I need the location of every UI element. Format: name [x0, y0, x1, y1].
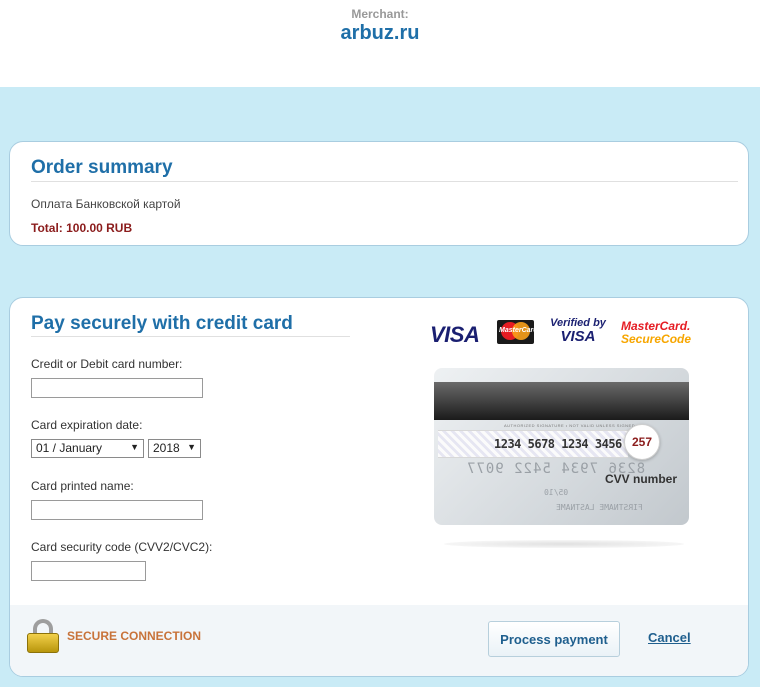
cvv-label: CVV number — [605, 472, 678, 486]
card-name-input[interactable] — [31, 500, 203, 520]
payment-divider — [31, 336, 350, 337]
verified-by-visa-logo: Verified by VISA — [550, 317, 606, 345]
visa-logo: VISA — [430, 322, 480, 347]
process-payment-button[interactable]: Process payment — [488, 621, 620, 657]
magnetic-stripe — [434, 382, 689, 420]
expiration-year-value: 2018 — [153, 441, 180, 455]
card-back-illustration: AUTHORIZED SIGNATURE • NOT VALID UNLESS … — [434, 368, 689, 525]
embossed-date: 05/10 — [544, 488, 569, 497]
cvv-bubble: 257 — [624, 424, 660, 460]
mastercard-securecode-logo: MasterCard. SecureCode — [621, 319, 692, 346]
padlock-icon — [27, 619, 59, 653]
merchant-label: Merchant: — [351, 7, 409, 21]
card-number-label: Credit or Debit card number: — [31, 357, 183, 371]
payment-panel: Pay securely with credit card Credit or … — [9, 297, 749, 677]
merchant-header: Merchant: arbuz.ru — [0, 0, 760, 87]
expiration-month-select[interactable]: 01 / January ▼ — [31, 439, 144, 458]
expiration-year-select[interactable]: 2018 ▼ — [148, 439, 201, 458]
cancel-link[interactable]: Cancel — [648, 630, 691, 645]
card-number-input[interactable] — [31, 378, 203, 398]
card-name-label: Card printed name: — [31, 479, 134, 493]
card-auth-text: AUTHORIZED SIGNATURE • NOT VALID UNLESS … — [504, 423, 636, 428]
order-summary-title: Order summary — [31, 157, 173, 178]
secure-connection-label: SECURE CONNECTION — [67, 629, 202, 643]
security-code-input[interactable] — [31, 561, 146, 581]
expiration-month-value: 01 / January — [36, 441, 103, 455]
card-shadow — [444, 540, 684, 548]
mastercard-logo: MasterCard — [497, 320, 538, 344]
order-summary-panel: Order summary Оплата Банковской картой T… — [9, 141, 749, 246]
order-divider — [31, 181, 738, 182]
expiration-label: Card expiration date: — [31, 418, 143, 432]
signature-number: 1234 5678 1234 3456 — [494, 437, 622, 451]
payment-title: Pay securely with credit card — [31, 313, 293, 334]
security-code-label: Card security code (CVV2/CVC2): — [31, 540, 213, 554]
dropdown-arrow-icon: ▼ — [130, 442, 139, 452]
embossed-name: FIRSTNAME LASTNAME — [556, 503, 643, 512]
card-brand-logos: VISA MasterCard Verified by VISA MasterC… — [430, 317, 692, 348]
order-total: Total: 100.00 RUB — [31, 221, 133, 235]
payment-footer: SECURE CONNECTION Process payment Cancel — [10, 605, 748, 676]
order-description: Оплата Банковской картой — [31, 197, 181, 211]
dropdown-arrow-icon: ▼ — [187, 442, 196, 452]
merchant-name: arbuz.ru — [340, 22, 420, 44]
